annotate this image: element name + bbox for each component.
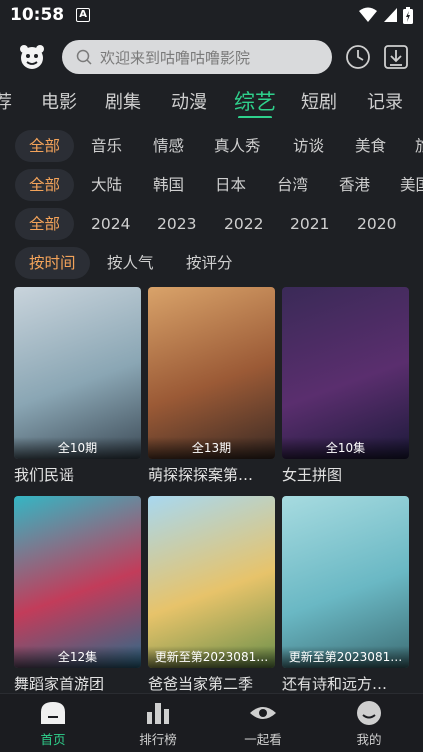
active-tab-indicator bbox=[238, 116, 272, 118]
filter-type-reality[interactable]: 真人秀 bbox=[214, 130, 261, 162]
sort-by-time[interactable]: 按时间 bbox=[15, 247, 90, 279]
signal-icon bbox=[384, 8, 397, 22]
nav-profile-label: 我的 bbox=[356, 732, 382, 747]
search-icon bbox=[76, 49, 92, 65]
filter-type-travel[interactable]: 旅 bbox=[415, 130, 423, 162]
battery-icon bbox=[403, 6, 413, 24]
face-icon bbox=[357, 701, 381, 725]
filter-region-korea[interactable]: 韩国 bbox=[153, 169, 184, 201]
show-poster: 更新至第2023081… bbox=[148, 496, 275, 668]
category-tabs: 荐 电影 剧集 动漫 综艺 短剧 记录 bbox=[0, 88, 423, 118]
show-card[interactable]: 全10期 我们民谣 bbox=[14, 287, 141, 485]
filter-year-2020[interactable]: 2020 bbox=[357, 208, 396, 240]
app-logo-icon[interactable] bbox=[17, 42, 47, 72]
show-title: 萌探探探案第… bbox=[148, 466, 254, 484]
show-title: 我们民谣 bbox=[14, 466, 75, 484]
nav-ranking[interactable]: 排行榜 bbox=[123, 700, 193, 748]
filter-year-2023[interactable]: 2023 bbox=[157, 208, 196, 240]
tab-variety[interactable]: 综艺 bbox=[234, 88, 276, 116]
filter-region-japan[interactable]: 日本 bbox=[215, 169, 246, 201]
wifi-icon bbox=[359, 7, 377, 22]
show-poster: 全10期 bbox=[14, 287, 141, 459]
nav-profile[interactable]: 我的 bbox=[334, 700, 404, 748]
filter-region-hongkong[interactable]: 香港 bbox=[339, 169, 370, 201]
history-clock-icon[interactable] bbox=[345, 44, 371, 70]
episode-badge: 更新至第2023081… bbox=[282, 646, 409, 668]
filter-region-taiwan[interactable]: 台湾 bbox=[277, 169, 308, 201]
nav-home-label: 首页 bbox=[40, 732, 66, 747]
home-icon bbox=[41, 702, 65, 724]
show-poster: 全13期 bbox=[148, 287, 275, 459]
show-card[interactable]: 更新至第2023081… 还有诗和远方… bbox=[282, 496, 409, 694]
sort-by-rating[interactable]: 按评分 bbox=[186, 247, 233, 279]
filter-region-mainland[interactable]: 大陆 bbox=[91, 169, 122, 201]
tab-recommend[interactable]: 荐 bbox=[0, 88, 12, 114]
show-title: 舞蹈家首游团 bbox=[14, 675, 105, 693]
show-card[interactable]: 更新至第2023081… 爸爸当家第二季 bbox=[148, 496, 275, 694]
nav-ranking-label: 排行榜 bbox=[139, 732, 177, 747]
status-bar: 10:58 A bbox=[0, 0, 423, 30]
filter-region-usa[interactable]: 美国 bbox=[400, 169, 423, 201]
show-title: 女王拼图 bbox=[282, 466, 343, 484]
filter-year-2021[interactable]: 2021 bbox=[290, 208, 329, 240]
search-placeholder: 欢迎来到咕噜咕噜影院 bbox=[100, 48, 251, 67]
tab-movie[interactable]: 电影 bbox=[41, 88, 77, 114]
episode-badge: 全13期 bbox=[148, 437, 275, 459]
bottom-nav: 首页 排行榜 一起看 我的 bbox=[0, 693, 423, 752]
filter-row-year: 全部 2024 2023 2022 2021 2020 bbox=[0, 208, 423, 242]
filter-year-2022[interactable]: 2022 bbox=[224, 208, 263, 240]
nav-watch-together-label: 一起看 bbox=[244, 732, 282, 747]
show-card[interactable]: 全13期 萌探探探案第… bbox=[148, 287, 275, 485]
filter-year-all[interactable]: 全部 bbox=[15, 208, 75, 240]
filter-type-talk[interactable]: 访谈 bbox=[293, 130, 324, 162]
show-card[interactable]: 全10集 女王拼图 bbox=[282, 287, 409, 485]
nav-watch-together[interactable]: 一起看 bbox=[228, 700, 298, 748]
bar-chart-icon bbox=[147, 703, 169, 724]
sort-by-popularity[interactable]: 按人气 bbox=[107, 247, 154, 279]
episode-badge: 全12集 bbox=[14, 646, 141, 668]
top-bar: 欢迎来到咕噜咕噜影院 bbox=[0, 38, 423, 78]
show-title: 还有诗和远方… bbox=[282, 675, 388, 693]
tab-shorts[interactable]: 短剧 bbox=[301, 88, 337, 114]
filter-type-emotion[interactable]: 情感 bbox=[153, 130, 184, 162]
filter-type-all[interactable]: 全部 bbox=[15, 130, 75, 162]
filter-type-food[interactable]: 美食 bbox=[355, 130, 386, 162]
episode-badge: 更新至第2023081… bbox=[148, 646, 275, 668]
show-card[interactable]: 全12集 舞蹈家首游团 bbox=[14, 496, 141, 694]
show-poster: 更新至第2023081… bbox=[282, 496, 409, 668]
show-poster: 全12集 bbox=[14, 496, 141, 668]
search-bar[interactable]: 欢迎来到咕噜咕噜影院 bbox=[62, 40, 332, 74]
tab-documentary[interactable]: 记录 bbox=[367, 88, 403, 114]
eye-icon bbox=[250, 707, 276, 719]
tab-anime[interactable]: 动漫 bbox=[171, 88, 207, 114]
status-time: 10:58 bbox=[10, 5, 65, 25]
episode-badge: 全10集 bbox=[282, 437, 409, 459]
show-poster: 全10集 bbox=[282, 287, 409, 459]
filter-row-sort: 按时间 按人气 按评分 bbox=[0, 247, 423, 281]
download-icon[interactable] bbox=[383, 44, 409, 70]
filter-region-all[interactable]: 全部 bbox=[15, 169, 75, 201]
filter-year-2024[interactable]: 2024 bbox=[91, 208, 130, 240]
filter-row-type: 全部 音乐 情感 真人秀 访谈 美食 旅 bbox=[0, 130, 423, 164]
episode-badge: 全10期 bbox=[14, 437, 141, 459]
nav-home[interactable]: 首页 bbox=[18, 700, 88, 748]
notification-icon: A bbox=[76, 8, 91, 22]
filter-type-music[interactable]: 音乐 bbox=[91, 130, 122, 162]
tab-series[interactable]: 剧集 bbox=[105, 88, 141, 114]
filter-row-region: 全部 大陆 韩国 日本 台湾 香港 美国 bbox=[0, 169, 423, 203]
show-title: 爸爸当家第二季 bbox=[148, 675, 254, 693]
